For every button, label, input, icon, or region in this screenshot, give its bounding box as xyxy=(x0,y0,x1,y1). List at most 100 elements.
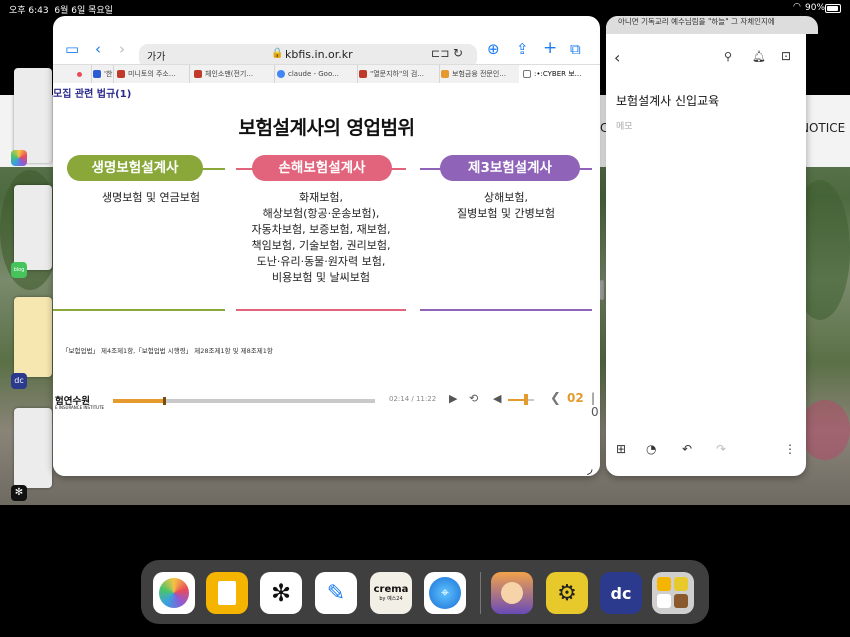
palette-icon[interactable]: ◔ xyxy=(646,442,656,456)
scope-line: 도난·유리·동물·원자력 보험, xyxy=(256,255,386,268)
battery-icon xyxy=(825,4,841,13)
tab-favicon-icon xyxy=(117,70,125,78)
safari-window: ▭ ‹ › 가가 🔒 kbfis.in.or.kr ⊏⊐ ↻ ⊕ ⇪ + ⧉ '… xyxy=(53,16,600,476)
crema-sub-label: by 예스24 xyxy=(379,596,403,602)
tab-item[interactable]: claude - Goo... xyxy=(273,65,358,83)
third-planner-heading: 제3보험설계사 xyxy=(440,155,580,181)
back-chevron-icon[interactable]: ‹ xyxy=(614,48,620,67)
reload-icon[interactable]: ↻ xyxy=(453,46,463,60)
download-icon[interactable]: ⊕ xyxy=(487,32,500,66)
split-view-divider[interactable] xyxy=(600,280,604,300)
third-planner-scope: 상해보험, 질병보험 및 간병보험 xyxy=(420,190,592,222)
dock-divider xyxy=(480,572,481,614)
reader-icon[interactable]: ⊏⊐ xyxy=(431,47,449,60)
nonlife-planner-scope: 화재보험, 해상보험(항공·운송보험), 자동차보험, 보증보험, 재보험, 책… xyxy=(236,190,406,286)
archive-icon[interactable]: ⊡ xyxy=(781,49,791,63)
video-progress-thumb[interactable] xyxy=(163,397,167,405)
page-settings-button[interactable]: 가가 xyxy=(147,48,165,63)
back-icon[interactable]: ‹ xyxy=(95,32,101,66)
redo-icon[interactable]: ↷ xyxy=(716,442,726,456)
scope-line: 해상보험(항공·운송보험), xyxy=(262,207,380,220)
undo-icon[interactable]: ↶ xyxy=(682,442,692,456)
game-gear-app-icon[interactable]: ⚙ xyxy=(546,572,588,614)
page-total: | 0 xyxy=(591,391,599,419)
more-options-icon[interactable]: ⋮ xyxy=(784,442,796,456)
side-app-window[interactable] xyxy=(14,408,52,488)
crema-app-icon[interactable]: crema by 예스24 xyxy=(370,572,412,614)
tab-favicon-icon xyxy=(93,70,101,78)
tabs-overview-icon[interactable]: ⧉ xyxy=(570,32,581,66)
freeform-app-icon[interactable]: ✎ xyxy=(315,572,357,614)
reminder-bell-icon[interactable]: 🔔︎ xyxy=(752,50,766,63)
tab-item[interactable]: 미니토의 주소... xyxy=(113,65,190,83)
forward-icon[interactable]: › xyxy=(119,32,125,66)
tab-item[interactable]: 체인소맨(전기... xyxy=(190,65,275,83)
battery-percent: 90% xyxy=(805,3,826,13)
tab-item[interactable]: '한 xyxy=(89,65,114,83)
add-box-icon[interactable]: ⊞ xyxy=(616,442,626,456)
close-tab-icon[interactable] xyxy=(523,70,531,78)
repeat-icon[interactable]: ⟲ xyxy=(469,392,478,405)
institute-logo-sub: E INSURANCE INSTITUTE xyxy=(55,405,105,410)
chatgpt-app-icon[interactable]: ✻ xyxy=(11,485,27,501)
note-title[interactable]: 보험설계사 신입교육 xyxy=(616,92,719,109)
resize-handle-icon[interactable]: ◞ xyxy=(587,461,592,477)
tab-favicon-icon xyxy=(441,70,449,78)
life-planner-heading: 생명보험설계사 xyxy=(67,155,203,181)
scope-line: 비용보험 및 날씨보험 xyxy=(271,271,371,284)
scope-line: 화재보험, xyxy=(299,191,343,204)
keep-app-icon[interactable] xyxy=(206,572,248,614)
photos-app-icon[interactable] xyxy=(153,572,195,614)
dock: ✻ ✎ crema by 예스24 ⌖ ⚙ dc xyxy=(141,560,709,624)
new-tab-icon[interactable]: + xyxy=(543,31,557,65)
pin-icon[interactable]: ⚲ xyxy=(724,50,732,63)
dc-app-icon[interactable]: dc xyxy=(11,373,27,389)
blog-app-icon[interactable]: blog xyxy=(11,262,27,278)
volume-thumb[interactable] xyxy=(524,394,529,405)
tab-favicon-icon xyxy=(194,70,202,78)
status-time: 오후 6:43 6월 6일 목요일 xyxy=(9,6,113,16)
volume-icon[interactable]: ◀ xyxy=(493,392,501,405)
lock-icon: 🔒 xyxy=(271,48,284,59)
game-app-icon[interactable] xyxy=(491,572,533,614)
slide-title: 보험설계사의 영업범위 xyxy=(238,117,415,139)
tab-item-active[interactable]: :•:CYBER 보... xyxy=(519,65,600,83)
tab-item[interactable]: "열문지하"의 검... xyxy=(355,65,440,83)
scope-line: 생명보험 및 연금보험 xyxy=(101,191,201,204)
prev-page-icon[interactable]: ❮ xyxy=(550,391,561,406)
background-notice-text: NOTICE xyxy=(800,121,846,135)
photos-app-icon[interactable] xyxy=(11,150,27,166)
tab-favicon-icon xyxy=(359,70,367,78)
dc-app-icon[interactable]: dc xyxy=(600,572,642,614)
google-favicon-icon xyxy=(277,70,285,78)
column-bottom-line xyxy=(420,309,592,311)
sidebar-icon[interactable]: ▭ xyxy=(65,32,79,66)
side-app-window[interactable] xyxy=(14,185,52,270)
notes-window: ‹ ⚲ 🔔︎ ⊡ 보험설계사 신입교육 메모 ⊞ ◔ ↶ ↷ ⋮ xyxy=(606,16,806,476)
safari-app-icon[interactable]: ⌖ xyxy=(424,572,466,614)
video-progress-fill xyxy=(113,399,165,403)
column-bottom-line xyxy=(236,309,406,311)
scope-line: 자동차보험, 보증보험, 재보험, xyxy=(251,223,391,236)
tab-item[interactable]: 보험금융 전문인... xyxy=(437,65,522,83)
notes-peek-bar: 아니면 기독교리 예수님림을 "하늘" 그 자체인지에 xyxy=(606,16,818,34)
crema-label: crema xyxy=(373,584,409,595)
section-heading: 모집 관련 법규(1) xyxy=(53,89,132,100)
legal-footnote: 「보험업법」 제4조제1항,「보험업법 시행령」 제28조제1항 및 제8조제1… xyxy=(62,347,273,355)
play-icon[interactable]: ▶ xyxy=(449,392,457,405)
nonlife-planner-heading: 손해보험설계사 xyxy=(252,155,392,181)
side-app-window[interactable] xyxy=(14,297,52,377)
video-time: 02:14 / 11:22 xyxy=(389,395,437,403)
url-text[interactable]: kbfis.in.or.kr xyxy=(285,48,353,61)
wifi-icon: ◠ xyxy=(793,2,801,12)
tab-bar: '한 미니토의 주소... 체인소맨(전기... claude - Goo...… xyxy=(53,64,600,84)
side-app-window[interactable] xyxy=(14,68,52,163)
life-planner-scope: 생명보험 및 연금보험 xyxy=(67,190,235,206)
notes-peek-text: 아니면 기독교리 예수님림을 "하늘" 그 자체인지에 xyxy=(618,17,775,26)
share-icon[interactable]: ⇪ xyxy=(516,32,529,66)
chatgpt-app-icon[interactable]: ✻ xyxy=(260,572,302,614)
app-folder-icon[interactable] xyxy=(652,572,694,614)
wallpaper-flowers xyxy=(800,400,850,460)
note-body-placeholder[interactable]: 메모 xyxy=(616,119,633,132)
safari-toolbar: ▭ ‹ › 가가 🔒 kbfis.in.or.kr ⊏⊐ ↻ ⊕ ⇪ + ⧉ xyxy=(53,28,600,68)
